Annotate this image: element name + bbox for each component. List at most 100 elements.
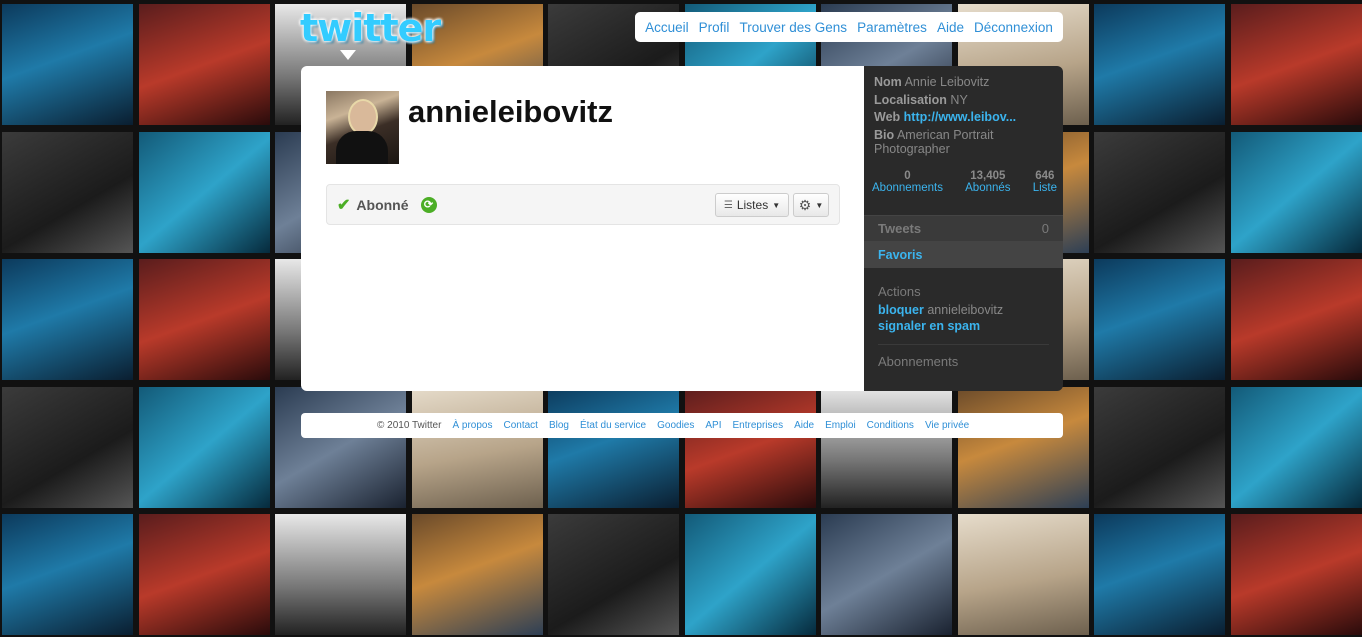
nav-profile-link[interactable]: Profil [699,20,730,35]
profile-screen-name: annieleibovitz [408,94,613,129]
footer-link-contact[interactable]: Contact [503,420,537,431]
stat-following[interactable]: 0 Abonnements [872,170,943,194]
web-label: Web [874,110,901,124]
background-photo-tile [2,4,133,125]
checkmark-icon: ✔ [337,197,351,214]
refresh-icon[interactable]: ⟳ [420,197,437,213]
footer-link-api[interactable]: API [705,420,721,431]
background-photo-tile [411,514,543,635]
lists-button[interactable]: ☰ Listes ▼ [715,193,789,217]
stat-listed[interactable]: 646 Liste [1033,170,1057,194]
footer-link-goodies[interactable]: Goodies [657,420,694,431]
listed-label: Liste [1032,182,1057,194]
tweets-label: Tweets [878,221,922,236]
background-photo-tile [275,514,406,635]
following-heading: Abonnements [878,354,959,369]
background-photo-tile [821,386,952,508]
block-link[interactable]: bloquer [878,303,924,317]
gear-menu-button[interactable]: ⚙ ▼ [793,193,829,217]
avatar-body [336,131,388,164]
profile-content: annieleibovitz ✔ Abonné ⟳ ☰ Listes ▼ ⚙ ▼ [301,66,864,391]
actions-heading: Actions [878,284,921,299]
logo-speech-bubble [340,50,356,60]
background-photo-tile [2,514,133,635]
background-photo-tile [138,4,270,125]
background-photo-tile [1094,386,1225,508]
background-photo-tile [1094,4,1225,125]
top-navigation: Accueil Profil Trouver des Gens Paramètr… [635,12,1063,42]
sidebar-divider [878,344,1049,345]
footer-link-business[interactable]: Entreprises [733,420,784,431]
follow-stats: 0 Abonnements 13,405 Abonnés 646 Liste [872,170,1057,194]
location-value: NY [950,93,968,107]
copyright: © 2010 Twitter [377,420,442,431]
background-photo-tile [138,259,270,380]
name-value: Annie Leibovitz [904,75,990,89]
background-photo-tile [821,514,952,635]
tweets-count: 0 [1041,221,1049,236]
nav-logout-link[interactable]: Déconnexion [974,20,1053,35]
location-label: Localisation [874,93,947,107]
background-photo-tile [138,514,270,635]
footer-link-help[interactable]: Aide [794,420,814,431]
nav-find-people-link[interactable]: Trouver des Gens [739,20,847,35]
following-count: 0 [904,170,911,182]
chevron-down-icon: ▼ [815,200,824,210]
background-photo-tile [1230,259,1362,380]
bio-label: Bio [874,128,895,142]
gear-icon: ⚙ [798,196,812,213]
web-link[interactable]: http://www.leibov... [904,110,1017,124]
profile-sidebar: Nom Annie Leibovitz Localisation NY Web … [864,66,1063,391]
twitter-logo[interactable]: twitter [300,6,441,60]
sidebar-location: Localisation NY [874,93,968,107]
nav-help-link[interactable]: Aide [937,20,964,35]
background-photo-tile [275,386,406,508]
background-photo-tile [684,386,816,508]
nav-home-link[interactable]: Accueil [645,20,689,35]
footer-link-privacy[interactable]: Vie privée [925,420,969,431]
footer-link-terms[interactable]: Conditions [867,420,914,431]
follow-status: ✔ Abonné ⟳ [337,195,437,215]
sidebar-web: Web http://www.leibov... [874,110,1016,124]
sidebar-tweets-tab[interactable]: Tweets 0 [864,215,1063,242]
report-spam-link[interactable]: signaler en spam [878,319,980,333]
background-photo-tile [548,386,679,508]
background-photo-tile [1230,386,1362,508]
background-photo-tile [1094,131,1225,253]
background-photo-tile [548,514,679,635]
background-photo-tile [411,386,543,508]
footer-link-jobs[interactable]: Emploi [825,420,856,431]
lists-label: Listes [736,198,769,212]
block-row: bloquer annieleibovitz [878,303,1003,317]
avatar-face [348,99,378,135]
name-label: Nom [874,75,902,89]
background-photo-tile [2,386,133,508]
background-photo-tile [2,131,133,253]
background-photo-tile [1094,259,1225,380]
list-icon: ☰ [723,199,733,211]
followers-count: 13,405 [970,170,1006,182]
following-label: Abonné [356,197,409,213]
listed-count: 646 [1035,170,1055,182]
block-user: annieleibovitz [927,303,1004,317]
background-photo-tile [957,514,1089,635]
following-label: Abonnements [872,182,943,194]
avatar[interactable] [326,91,399,164]
follow-action-bar: ✔ Abonné ⟳ ☰ Listes ▼ ⚙ ▼ [326,184,840,225]
chevron-down-icon: ▼ [772,200,781,210]
footer: © 2010 Twitter À propos Contact Blog Éta… [301,413,1063,438]
stat-followers[interactable]: 13,405 Abonnés [965,170,1010,194]
footer-link-about[interactable]: À propos [452,420,492,431]
sidebar-name: Nom Annie Leibovitz [874,75,989,89]
background-photo-tile [1230,514,1362,635]
favorites-label: Favoris [878,248,923,262]
footer-link-blog[interactable]: Blog [549,420,569,431]
nav-settings-link[interactable]: Paramètres [857,20,927,35]
followers-label: Abonnés [965,182,1011,194]
sidebar-favorites-tab[interactable]: Favoris [864,241,1063,268]
background-photo-tile [1230,131,1362,253]
background-photo-tile [1230,4,1362,125]
footer-link-status[interactable]: État du service [580,420,646,431]
background-photo-tile [138,386,270,508]
sidebar-bio: Bio American Portrait Photographer [874,128,1049,156]
